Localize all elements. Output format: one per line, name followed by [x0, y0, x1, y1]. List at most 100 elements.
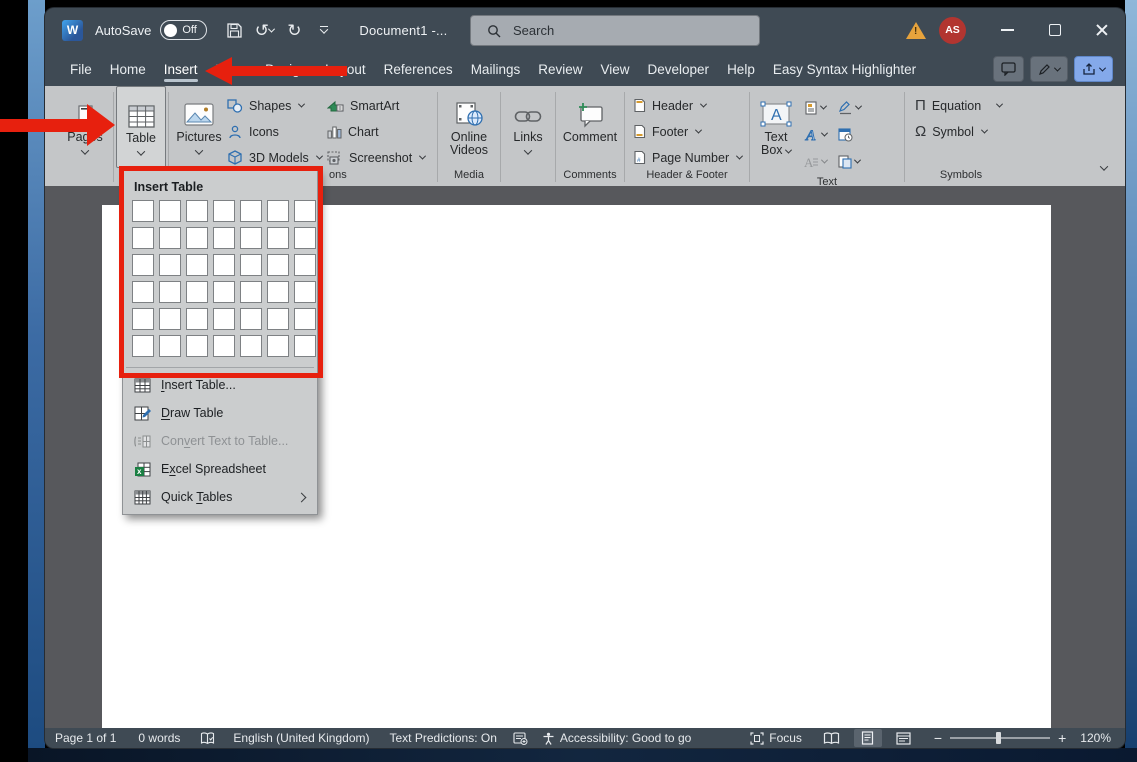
icons-button[interactable]: Icons: [227, 121, 322, 142]
3d-models-button[interactable]: 3D Models: [227, 147, 322, 168]
comment-button[interactable]: Comment: [558, 86, 622, 168]
collapse-ribbon-button[interactable]: [1101, 158, 1107, 176]
close-button[interactable]: [1078, 10, 1125, 50]
date-time-button[interactable]: [838, 121, 872, 148]
wordart-button[interactable]: A: [804, 121, 838, 148]
smartart-button[interactable]: SmartArt: [327, 95, 425, 116]
annotation-arrow-insert-tab: [205, 57, 347, 85]
symbol-button[interactable]: Ω Symbol: [915, 121, 1002, 142]
warning-icon[interactable]: !: [906, 22, 926, 39]
print-layout-icon: [861, 731, 874, 745]
header-label: Header: [652, 99, 693, 113]
pencil-icon: [1038, 63, 1051, 76]
zoom-slider[interactable]: [950, 737, 1050, 739]
annotation-red-box: [119, 166, 323, 378]
tab-help[interactable]: Help: [718, 52, 764, 86]
header-button[interactable]: Header: [633, 95, 742, 116]
zoom-slider-thumb[interactable]: [996, 732, 1001, 744]
avatar[interactable]: AS: [939, 17, 966, 44]
chart-label: Chart: [348, 125, 379, 139]
desktop-wallpaper-bottom: [28, 748, 1137, 762]
symbol-label: Symbol: [932, 125, 974, 139]
editor-button[interactable]: [513, 732, 528, 745]
chart-button[interactable]: Chart: [327, 121, 425, 142]
comments-button[interactable]: [993, 56, 1024, 82]
page-number-icon: #: [633, 150, 646, 165]
equation-label: Equation: [932, 99, 981, 113]
links-button[interactable]: Links: [503, 86, 553, 168]
group-label-links: [503, 168, 553, 186]
web-layout-button[interactable]: [890, 729, 918, 747]
menu-item-excel-spreadsheet[interactable]: x Excel Spreadsheet: [123, 455, 317, 483]
read-mode-button[interactable]: [818, 729, 846, 747]
customize-qat-button[interactable]: [311, 17, 337, 43]
table-icon: [128, 105, 155, 129]
zoom-out-button[interactable]: −: [934, 730, 942, 746]
proofing-errors-button[interactable]: [200, 732, 215, 745]
drop-cap-button[interactable]: A: [804, 148, 838, 175]
text-predictions-indicator[interactable]: Text Predictions: On: [390, 731, 497, 745]
read-mode-icon: [823, 732, 840, 745]
group-label-illustrations: ons: [327, 168, 435, 186]
group-symbols: Π Equation Ω Symbol Symbols: [907, 86, 1015, 186]
menu-item-draw-table[interactable]: Draw Table: [123, 399, 317, 427]
page-number-button[interactable]: # Page Number: [633, 147, 742, 168]
shapes-button[interactable]: Shapes: [227, 95, 322, 116]
excel-spreadsheet-icon: x: [134, 462, 151, 477]
undo-button[interactable]: ↺: [251, 17, 277, 43]
menu-item-convert-text-to-table[interactable]: Convert Text to Table...: [123, 427, 317, 455]
group-label-pages: [59, 168, 111, 186]
search-box[interactable]: Search: [470, 15, 760, 46]
tab-home[interactable]: Home: [101, 52, 155, 86]
warning-exclamation-icon: !: [914, 26, 917, 37]
screenshot-label: Screenshot: [349, 151, 412, 165]
tab-easy-syntax-highlighter[interactable]: Easy Syntax Highlighter: [764, 52, 925, 86]
save-button[interactable]: [221, 17, 247, 43]
page-indicator[interactable]: Page 1 of 1: [55, 731, 116, 745]
pictures-button[interactable]: Pictures: [171, 86, 227, 168]
footer-button[interactable]: Footer: [633, 121, 742, 142]
object-button[interactable]: [838, 148, 872, 175]
autosave-toggle[interactable]: Off: [160, 20, 207, 40]
share-icon: [1082, 63, 1096, 76]
tab-mailings[interactable]: Mailings: [462, 52, 530, 86]
search-placeholder: Search: [513, 23, 554, 38]
tab-file[interactable]: File: [61, 52, 101, 86]
redo-button[interactable]: ↻: [281, 17, 307, 43]
tab-developer[interactable]: Developer: [639, 52, 719, 86]
group-label-media: Media: [440, 168, 498, 186]
zoom-level[interactable]: 120%: [1080, 731, 1111, 745]
maximize-button[interactable]: [1031, 10, 1078, 50]
chevron-down-icon: [195, 146, 203, 154]
group-header-footer: Header Footer: [627, 86, 747, 186]
search-icon: [487, 24, 501, 38]
language-indicator[interactable]: English (United Kingdom): [233, 731, 369, 745]
text-box-button[interactable]: A Text Box: [752, 86, 800, 175]
arrow-tail: [230, 66, 347, 76]
online-videos-button[interactable]: Online Videos: [440, 86, 498, 168]
group-comments: Comment Comments: [558, 86, 622, 186]
share-button[interactable]: [1074, 56, 1113, 82]
screenshot-button[interactable]: Screenshot: [327, 147, 425, 168]
group-separator: [555, 92, 556, 182]
minimize-button[interactable]: [984, 10, 1031, 50]
chevron-down-icon: [1099, 64, 1106, 71]
quick-parts-button[interactable]: [804, 94, 838, 121]
accessibility-status[interactable]: Accessibility: Good to go: [542, 731, 691, 745]
text-box-icon: A: [759, 101, 793, 128]
tab-insert[interactable]: Insert: [155, 52, 207, 86]
chevron-down-icon: [316, 153, 323, 160]
tab-references[interactable]: References: [375, 52, 462, 86]
zoom-in-button[interactable]: +: [1058, 730, 1066, 746]
menu-item-quick-tables[interactable]: Quick Tables: [123, 483, 317, 511]
print-layout-button[interactable]: [854, 729, 882, 747]
tab-review[interactable]: Review: [529, 52, 591, 86]
editing-mode-button[interactable]: [1030, 56, 1068, 82]
focus-button[interactable]: Focus: [750, 731, 802, 745]
tab-view[interactable]: View: [591, 52, 638, 86]
chevron-down-icon: [996, 101, 1003, 108]
equation-button[interactable]: Π Equation: [915, 95, 1002, 116]
signature-line-button[interactable]: [838, 94, 872, 121]
table-button[interactable]: Table: [116, 86, 166, 168]
word-count[interactable]: 0 words: [138, 731, 180, 745]
